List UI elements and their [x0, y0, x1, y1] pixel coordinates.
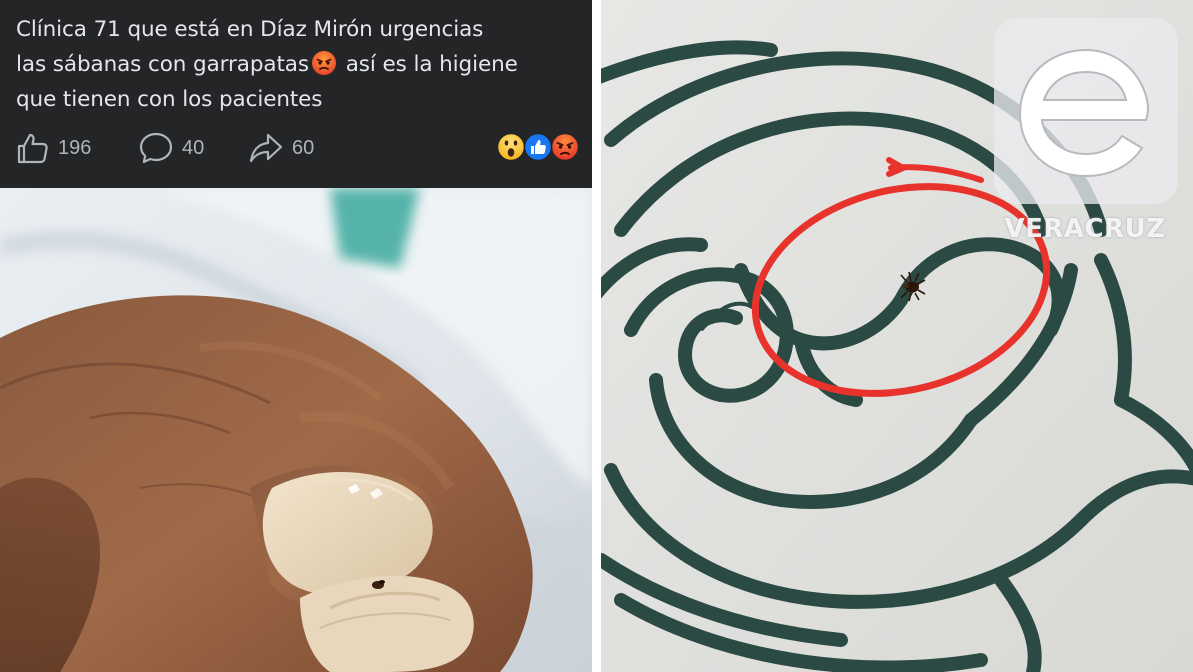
post-text-line-3: que tienen con los pacientes: [16, 87, 323, 112]
comment-button[interactable]: 40: [138, 128, 204, 168]
share-count: 60: [292, 136, 315, 159]
e-veracruz-watermark: VERACRUZ: [992, 18, 1178, 250]
like-button[interactable]: 196: [16, 128, 91, 168]
post-text-line-2b: así es la higiene: [345, 52, 518, 77]
left-panel: Clínica 71 que está en Díaz Mirón urgenc…: [0, 0, 592, 672]
like-count: 196: [58, 136, 92, 159]
angry-reaction-icon: [550, 132, 580, 162]
finger-holding-tick-photo: [0, 188, 592, 672]
post-text-line-1: Clínica 71 que está en Díaz Mirón urgenc…: [16, 17, 484, 42]
veracruz-wordmark: VERACRUZ: [1004, 214, 1166, 244]
facebook-post: Clínica 71 que está en Díaz Mirón urgenc…: [0, 0, 592, 188]
share-button[interactable]: 60: [248, 128, 314, 168]
wow-reaction-icon: [496, 132, 526, 162]
thumbs-up-icon: [17, 133, 48, 164]
share-arrow-icon: [249, 133, 283, 163]
post-text: Clínica 71 que está en Díaz Mirón urgenc…: [16, 12, 586, 117]
like-reaction-icon: [523, 132, 553, 162]
post-text-line-2a: las sábanas con garrapatas: [16, 52, 309, 77]
angry-emoji-icon: [311, 51, 336, 75]
e-letter-logo-icon: [1018, 48, 1150, 178]
logo-box: [994, 18, 1178, 204]
image-divider: [592, 0, 601, 672]
comment-count: 40: [182, 136, 205, 159]
comment-bubble-icon: [139, 132, 173, 164]
post-text-line-2: las sábanas con garrapatas así es la hig…: [16, 47, 586, 82]
reaction-summary[interactable]: [496, 132, 586, 164]
